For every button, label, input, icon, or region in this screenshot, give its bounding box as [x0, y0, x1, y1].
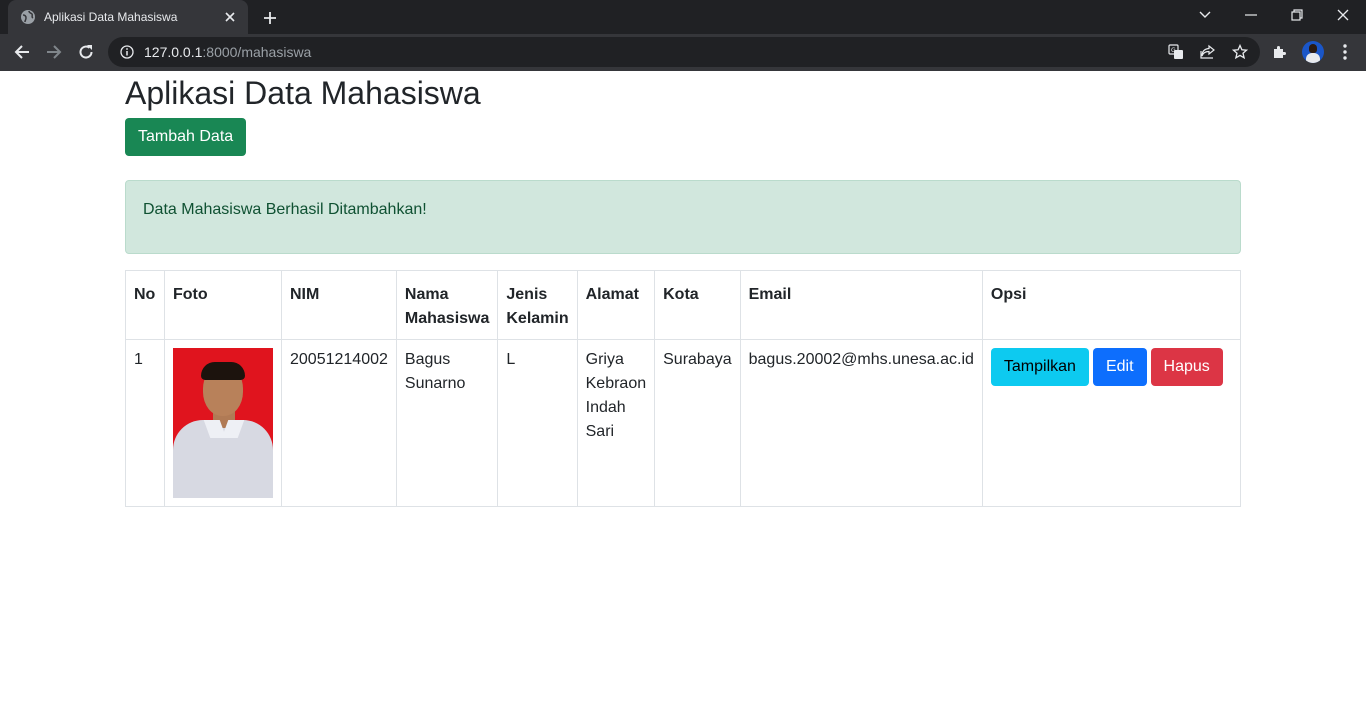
action-buttons: Tampilkan Edit Hapus — [990, 348, 1232, 386]
browser-titlebar: Aplikasi Data Mahasiswa — [0, 0, 1366, 34]
column-header: Alamat — [576, 270, 656, 340]
browser-tab[interactable]: Aplikasi Data Mahasiswa — [8, 0, 248, 34]
close-icon[interactable] — [222, 9, 238, 25]
column-header: Jenis Kelamin — [497, 270, 578, 340]
cell-kota: Surabaya — [654, 339, 741, 507]
table-header-row: No Foto NIM Nama Mahasiswa Jenis Kelamin… — [125, 270, 1242, 340]
cell-nim: 20051214002 — [281, 339, 397, 507]
chevron-down-icon[interactable] — [1182, 0, 1228, 30]
cell-photo — [164, 339, 282, 507]
student-photo — [173, 348, 273, 498]
cell-alamat: Griya Kebraon Indah Sari — [576, 339, 656, 507]
back-icon[interactable] — [8, 38, 36, 66]
share-icon[interactable] — [1199, 43, 1217, 61]
translate-icon[interactable]: G — [1167, 43, 1185, 61]
column-header: No — [125, 270, 165, 340]
delete-button[interactable]: Hapus — [1150, 348, 1223, 386]
info-icon[interactable] — [120, 45, 134, 59]
table-row: 1 20051214002 Bagus Sunarno L Griya Kebr… — [125, 339, 1242, 507]
plus-icon[interactable] — [258, 6, 282, 30]
cell-no: 1 — [125, 339, 165, 507]
globe-icon — [20, 9, 36, 25]
column-header: Email — [739, 270, 983, 340]
url-text: 127.0.0.1:8000/mahasiswa — [144, 44, 312, 60]
edit-button[interactable]: Edit — [1092, 348, 1147, 386]
column-header: NIM — [281, 270, 397, 340]
browser-toolbar: 127.0.0.1:8000/mahasiswa G — [0, 34, 1366, 71]
tab-title: Aplikasi Data Mahasiswa — [44, 10, 178, 24]
forward-icon[interactable] — [40, 38, 68, 66]
reload-icon[interactable] — [72, 38, 100, 66]
address-bar[interactable]: 127.0.0.1:8000/mahasiswa G — [108, 37, 1260, 67]
column-header: Kota — [654, 270, 741, 340]
column-header: Foto — [164, 270, 282, 340]
window-close-icon[interactable] — [1320, 0, 1366, 30]
restore-icon[interactable] — [1274, 0, 1320, 30]
success-alert: Data Mahasiswa Berhasil Ditambahkan! — [125, 180, 1241, 254]
column-header: Nama Mahasiswa — [395, 270, 499, 340]
cell-email: bagus.20002@mhs.unesa.ac.id — [739, 339, 983, 507]
cell-jenis-kelamin: L — [497, 339, 578, 507]
minimize-icon[interactable] — [1228, 0, 1274, 30]
show-button[interactable]: Tampilkan — [990, 348, 1089, 386]
svg-text:G: G — [1171, 47, 1176, 54]
add-data-button[interactable]: Tambah Data — [125, 118, 247, 156]
cell-nama: Bagus Sunarno — [395, 339, 499, 507]
cell-opsi: Tampilkan Edit Hapus — [981, 339, 1242, 507]
page-title: Aplikasi Data Mahasiswa — [125, 75, 481, 111]
extensions-icon[interactable] — [1270, 42, 1290, 62]
profile-avatar[interactable] — [1302, 41, 1324, 63]
page-content: Aplikasi Data Mahasiswa Tambah Data Data… — [125, 71, 1242, 507]
menu-icon[interactable] — [1335, 42, 1355, 62]
student-table: No Foto NIM Nama Mahasiswa Jenis Kelamin… — [125, 270, 1242, 507]
column-header: Opsi — [981, 270, 1242, 340]
star-icon[interactable] — [1231, 43, 1249, 61]
